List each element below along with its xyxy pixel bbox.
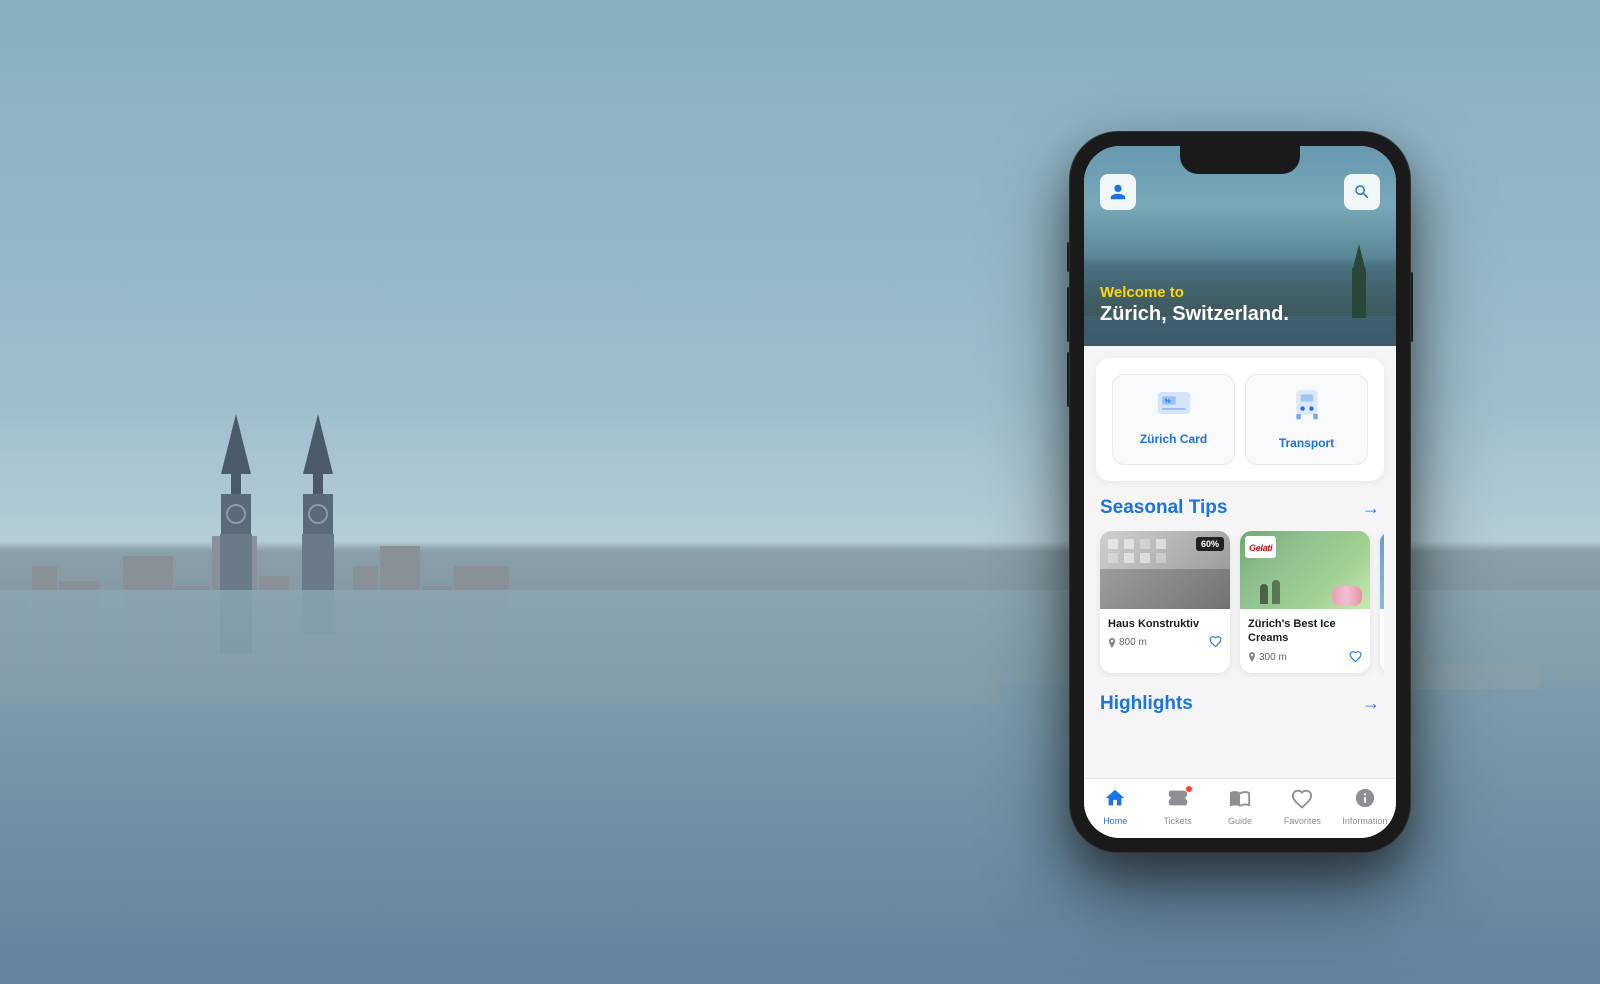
nav-tickets[interactable]: Tickets <box>1146 787 1208 830</box>
hero-header <box>1084 174 1396 210</box>
location-icon <box>1108 638 1116 648</box>
hero-title: Welcome to Zürich, Switzerland. <box>1100 284 1289 326</box>
user-profile-button[interactable] <box>1100 174 1136 210</box>
card-haus-konstruktiv-title: Haus Konstruktiv <box>1108 617 1222 631</box>
phone-device: Welcome to Zürich, Switzerland. <box>1070 132 1410 852</box>
bottom-navigation: Home Tickets <box>1084 778 1396 838</box>
nav-favorites-label: Favorites <box>1284 816 1321 826</box>
seasonal-tips-section: Seasonal Tips → <box>1084 481 1396 685</box>
embankment <box>0 674 1000 704</box>
church-tower-left <box>220 414 252 654</box>
highlights-title: Highlights <box>1100 693 1193 715</box>
hero-section: Welcome to Zürich, Switzerland. <box>1084 146 1396 346</box>
information-icon <box>1354 787 1376 814</box>
app-content: Welcome to Zürich, Switzerland. <box>1084 146 1396 838</box>
zurich-card-icon: % <box>1157 389 1191 424</box>
card-haus-konstruktiv-distance: 800 m <box>1108 637 1147 648</box>
ticket-badge-dot <box>1185 785 1193 793</box>
svg-text:%: % <box>1164 398 1170 405</box>
highlights-arrow[interactable]: → <box>1362 693 1380 714</box>
seasonal-tips-arrow[interactable]: → <box>1362 498 1380 519</box>
card-haus-konstruktiv-body: Haus Konstruktiv 800 m <box>1100 609 1230 658</box>
card-haus-konstruktiv-meta: 800 m <box>1108 635 1222 650</box>
nav-home[interactable]: Home <box>1084 787 1146 830</box>
favorite-button-2[interactable] <box>1349 650 1362 665</box>
seasonal-tips-header: Seasonal Tips → <box>1100 497 1380 519</box>
hero-city-text: Zürich, Switzerland. <box>1100 302 1289 326</box>
favorite-button-1[interactable] <box>1209 635 1222 650</box>
hero-welcome-text: Welcome to <box>1100 284 1289 302</box>
card-haus-konstruktiv-image: 60% <box>1100 531 1230 609</box>
nav-home-label: Home <box>1103 816 1127 826</box>
seasonal-tips-title: Seasonal Tips <box>1100 497 1227 519</box>
guide-icon <box>1229 787 1251 814</box>
card-partial[interactable]: Hi... Ov... <box>1380 531 1384 673</box>
user-icon <box>1109 183 1127 201</box>
building-row <box>0 476 1000 676</box>
church-towers <box>220 414 334 654</box>
zurich-card-action[interactable]: % Zürich Card <box>1112 374 1235 465</box>
card-ice-creams[interactable]: Gelati Zürich's Best Ice Creams <box>1240 531 1370 673</box>
transport-label: Transport <box>1279 436 1334 450</box>
card-ice-creams-distance: 300 m <box>1248 652 1287 663</box>
card-partial-body: Hi... Ov... <box>1380 609 1384 645</box>
quick-actions-container: % Zürich Card <box>1096 358 1384 481</box>
church-tower-right <box>302 414 334 654</box>
favorites-icon <box>1291 787 1313 814</box>
card-ice-creams-meta: 300 m <box>1248 650 1362 665</box>
card-haus-konstruktiv[interactable]: 60% Haus Konstruktiv <box>1100 531 1230 673</box>
home-icon <box>1104 787 1126 814</box>
zurich-card-label: Zürich Card <box>1140 432 1207 446</box>
phone-notch <box>1180 146 1300 174</box>
nav-guide[interactable]: Guide <box>1209 787 1271 830</box>
phone-screen: Welcome to Zürich, Switzerland. <box>1084 146 1396 838</box>
nav-information[interactable]: Information <box>1334 787 1396 830</box>
tickets-badge-container <box>1167 787 1189 814</box>
highlights-section: Highlights → <box>1084 685 1396 743</box>
scroll-content[interactable]: % Zürich Card <box>1084 346 1396 838</box>
card-ice-creams-image: Gelati <box>1240 531 1370 609</box>
transport-action[interactable]: Transport <box>1245 374 1368 465</box>
card-partial-image <box>1380 531 1384 609</box>
card-ice-creams-title: Zürich's Best Ice Creams <box>1248 617 1362 646</box>
seasonal-tips-cards: 60% Haus Konstruktiv <box>1096 531 1384 677</box>
highlights-header: Highlights → <box>1100 693 1380 715</box>
nav-information-label: Information <box>1342 816 1387 826</box>
discount-badge-60: 60% <box>1196 537 1224 551</box>
location-icon-2 <box>1248 652 1256 662</box>
nav-guide-label: Guide <box>1228 816 1252 826</box>
transport-icon <box>1293 389 1321 428</box>
nav-tickets-label: Tickets <box>1164 816 1192 826</box>
search-icon <box>1353 183 1371 201</box>
card-ice-creams-body: Zürich's Best Ice Creams 300 m <box>1240 609 1370 673</box>
phone-frame: Welcome to Zürich, Switzerland. <box>1070 132 1410 852</box>
nav-favorites[interactable]: Favorites <box>1271 787 1333 830</box>
search-button[interactable] <box>1344 174 1380 210</box>
